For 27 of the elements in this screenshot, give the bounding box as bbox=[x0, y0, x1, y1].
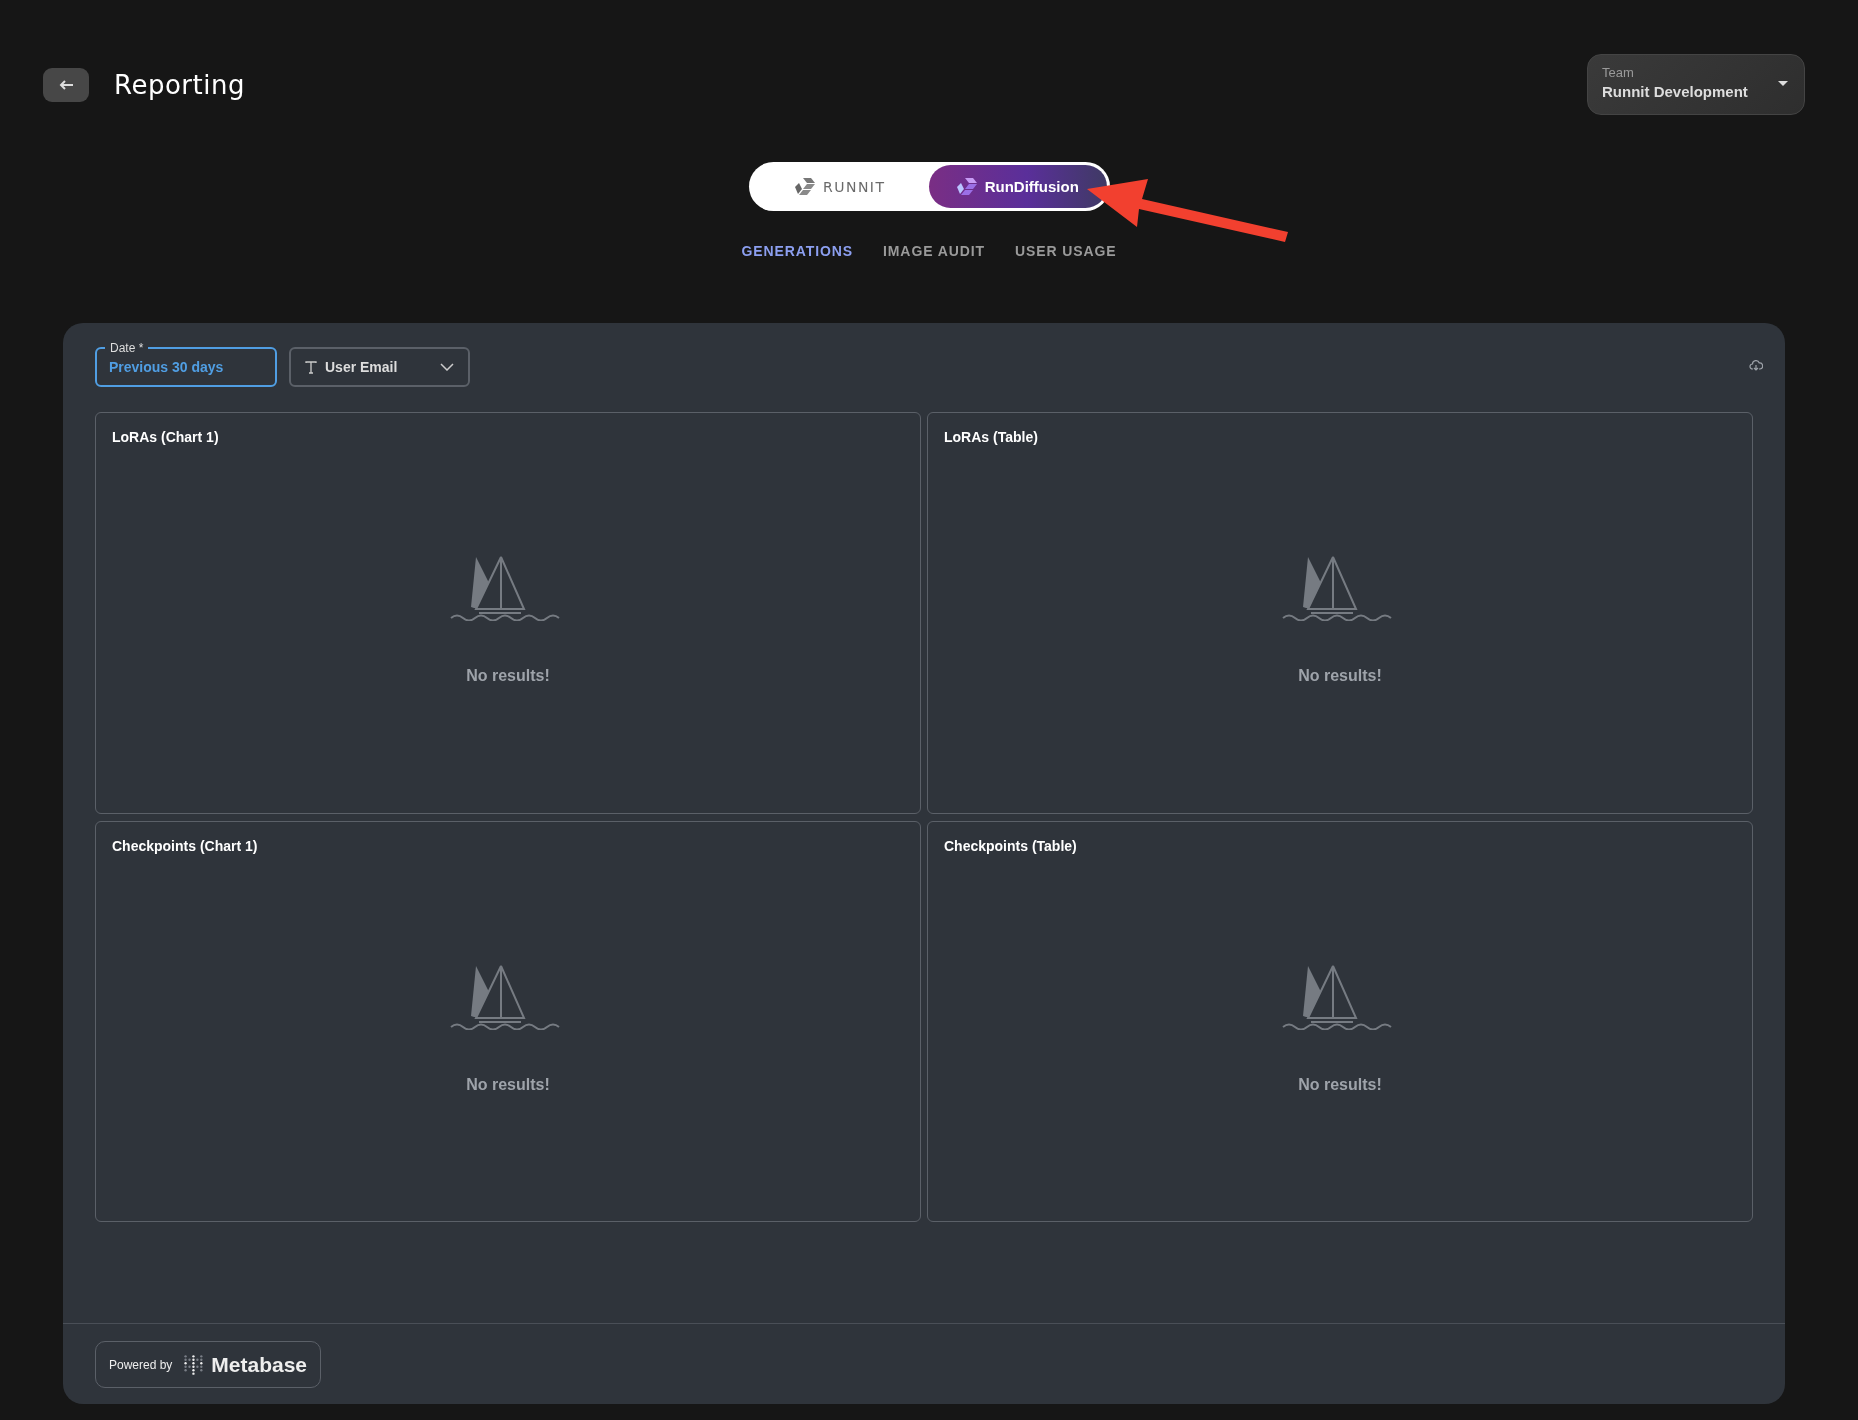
download-icon[interactable] bbox=[1749, 359, 1763, 371]
empty-message: No results! bbox=[1298, 1075, 1382, 1094]
chevron-down-icon bbox=[440, 363, 454, 371]
user-email-filter[interactable]: User Email bbox=[289, 347, 470, 387]
dropdown-value: Runnit Development bbox=[1602, 83, 1748, 100]
product-tab[interactable]: RUNNIT bbox=[751, 165, 929, 208]
card-title: Checkpoints (Chart 1) bbox=[112, 838, 258, 854]
card-title: Checkpoints (Table) bbox=[944, 838, 1077, 854]
page-title: Reporting bbox=[114, 69, 245, 100]
text-type-icon bbox=[305, 360, 317, 374]
nav-tab[interactable]: USER USAGE bbox=[1014, 241, 1117, 261]
cubes-logo-icon bbox=[794, 178, 815, 195]
powered-by-link[interactable]: Powered by Metabase bbox=[95, 1341, 321, 1388]
empty-message: No results! bbox=[466, 1075, 550, 1094]
nav-tab[interactable]: GENERATIONS bbox=[741, 241, 853, 261]
nav-tab[interactable]: IMAGE AUDIT bbox=[883, 241, 985, 261]
caret-icon bbox=[1778, 81, 1788, 86]
card-title: LoRAs (Chart 1) bbox=[112, 429, 219, 445]
dropdown-label: Team bbox=[1602, 65, 1635, 80]
team-dropdown[interactable]: Team Runnit Development bbox=[1587, 54, 1805, 115]
cubes-logo-icon bbox=[956, 178, 977, 195]
empty-message: No results! bbox=[1298, 667, 1382, 685]
back-button[interactable] bbox=[43, 67, 89, 102]
empty-message: No results! bbox=[466, 667, 550, 685]
arrow-left-icon bbox=[58, 77, 74, 92]
card-title: LoRAs (Table) bbox=[944, 429, 1038, 445]
product-tab[interactable]: RunDiffusion bbox=[929, 165, 1107, 208]
